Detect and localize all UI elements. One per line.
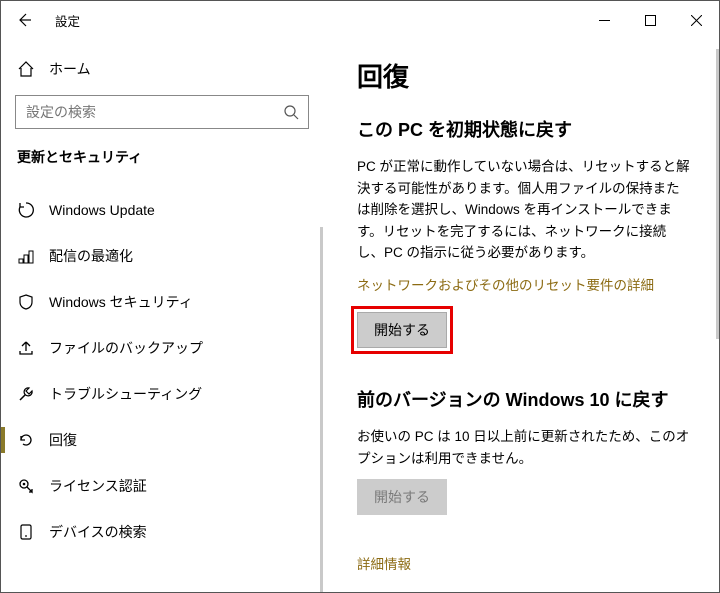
sidebar-item-delivery-opt[interactable]: 配信の最適化 <box>1 233 323 279</box>
reset-start-button[interactable]: 開始する <box>357 312 447 348</box>
arrow-left-icon <box>16 12 32 28</box>
sidebar-item-label: トラブルシューティング <box>49 384 202 404</box>
nav-list: Windows Update 配信の最適化 Windows セキュリティファイルのバ… <box>1 187 323 555</box>
windows-update-icon <box>17 201 49 219</box>
window-title: 設定 <box>55 11 80 30</box>
back-button[interactable] <box>1 1 47 39</box>
home-label: ホーム <box>49 59 91 79</box>
sidebar-item-backup[interactable]: ファイルのバックアップ <box>1 325 323 371</box>
sidebar-item-activation[interactable]: ライセンス認証 <box>1 463 323 509</box>
sidebar-item-label: Windows セキュリティ <box>49 292 193 312</box>
close-button[interactable] <box>673 1 719 39</box>
window-buttons <box>581 1 719 39</box>
search-input[interactable] <box>16 104 274 120</box>
reset-body: PC が正常に動作していない場合は、リセットすると解決する可能性があります。個人… <box>357 156 691 264</box>
reset-heading: この PC を初期状態に戻す <box>357 116 691 142</box>
troubleshoot-icon <box>17 385 49 403</box>
content-pane: 回復 この PC を初期状態に戻す PC が正常に動作していない場合は、リセット… <box>323 39 719 592</box>
right-scrollbar[interactable] <box>716 49 719 339</box>
activation-icon <box>17 477 49 495</box>
goback-heading: 前のバージョンの Windows 10 に戻す <box>357 386 691 412</box>
backup-icon <box>17 339 49 357</box>
minimize-button[interactable] <box>581 1 627 39</box>
section-title: 更新とセキュリティ <box>1 147 323 167</box>
sidebar-item-label: デバイスの検索 <box>49 522 147 542</box>
sidebar-item-label: 配信の最適化 <box>49 246 133 266</box>
sidebar-item-windows-security[interactable]: Windows セキュリティ <box>1 279 323 325</box>
maximize-icon <box>645 15 656 26</box>
sidebar-item-windows-update[interactable]: Windows Update <box>1 187 323 233</box>
minimize-icon <box>599 15 610 26</box>
recovery-icon <box>17 431 49 449</box>
search-box[interactable] <box>15 95 309 129</box>
search-icon <box>283 104 299 120</box>
left-pane: ホーム 更新とセキュリティ Windows Update配信の最適化Window… <box>1 39 323 592</box>
goback-start-button: 開始する <box>357 479 447 515</box>
search-icon-wrap <box>274 104 308 120</box>
find-device-icon <box>17 523 49 541</box>
sidebar-item-label: 回復 <box>49 430 77 450</box>
home-nav[interactable]: ホーム <box>1 49 323 89</box>
goback-body: お使いの PC は 10 日以上前に更新されたため、このオプションは利用できませ… <box>357 426 691 469</box>
reset-requirements-link[interactable]: ネットワークおよびその他のリセット要件の詳細 <box>357 274 654 294</box>
more-info-link[interactable]: 詳細情報 <box>357 553 411 573</box>
sidebar-item-label: Windows Update <box>49 202 155 218</box>
windows-security-icon <box>17 293 49 311</box>
reset-section: この PC を初期状態に戻す PC が正常に動作していない場合は、リセットすると… <box>357 116 691 348</box>
maximize-button[interactable] <box>627 1 673 39</box>
delivery-opt-icon <box>17 247 49 265</box>
sidebar-item-troubleshoot[interactable]: トラブルシューティング <box>1 371 323 417</box>
home-icon <box>17 60 35 78</box>
page-title: 回復 <box>357 57 691 94</box>
goback-section: 前のバージョンの Windows 10 に戻す お使いの PC は 10 日以上… <box>357 386 691 515</box>
close-icon <box>691 15 702 26</box>
sidebar-item-label: ライセンス認証 <box>49 476 147 496</box>
sidebar-item-find-device[interactable]: デバイスの検索 <box>1 509 323 555</box>
sidebar-item-recovery[interactable]: 回復 <box>1 417 323 463</box>
titlebar: 設定 <box>1 1 719 39</box>
sidebar-item-label: ファイルのバックアップ <box>49 338 203 358</box>
